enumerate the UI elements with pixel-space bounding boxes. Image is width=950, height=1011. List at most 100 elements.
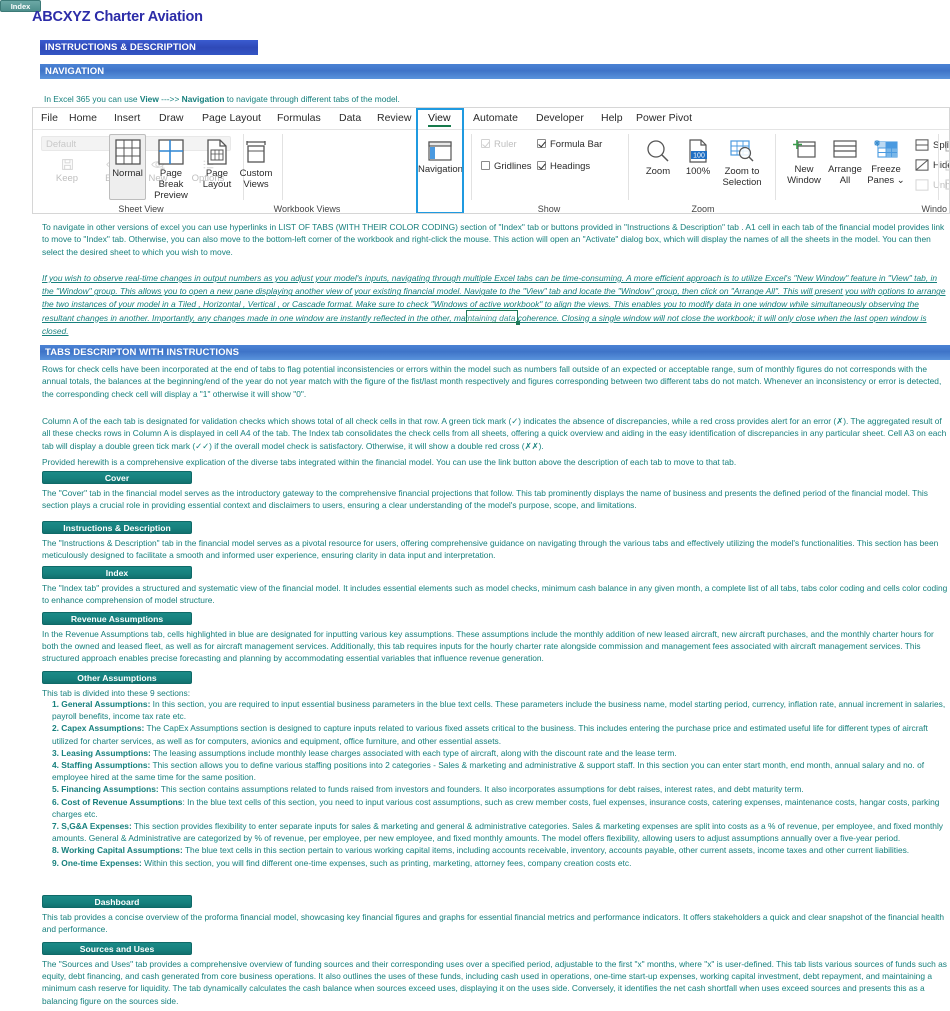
freeze-panes-button[interactable]: Freeze Panes ⌄ <box>865 138 907 186</box>
other-assumptions-item-text: The blue text cells in this section pert… <box>182 845 910 856</box>
zoom-group-label: Zoom <box>691 204 715 214</box>
magnifier-icon <box>647 140 669 162</box>
sheet-view-keep-button[interactable]: Keep <box>43 158 91 184</box>
index-nav-button-label: Index <box>10 1 31 11</box>
ribbon-tab-formulas[interactable]: Formulas <box>271 108 327 129</box>
ribbon-tab-strip: File Home Insert Draw Page Layout Formul… <box>33 108 949 130</box>
show-formula-bar-label: Formula Bar <box>550 139 603 150</box>
zoom-100-label: 100% <box>685 166 711 177</box>
ribbon-tab-help[interactable]: Help <box>595 108 629 129</box>
workbook-views-group-label: Workbook Views <box>273 204 341 214</box>
ribbon-tab-insert[interactable]: Insert <box>108 108 146 129</box>
zoom-button[interactable]: Zoom <box>638 138 678 177</box>
new-window-icon <box>793 140 816 158</box>
tab-description-dashboard: This tab provides a concise overview of … <box>42 912 945 935</box>
tab-link-instructions-description[interactable]: Instructions & Description <box>42 521 192 534</box>
show-ruler-checkbox[interactable]: Ruler <box>481 139 517 150</box>
other-assumptions-item-title: 6. Cost of Revenue Assumptions <box>52 796 183 807</box>
ribbon-tab-file[interactable]: File <box>35 108 64 129</box>
workbook-views-page-break-preview-label: Page Break Preview <box>154 168 188 201</box>
svg-text:100: 100 <box>693 153 705 160</box>
lead-navigation-bold: Navigation <box>181 94 225 104</box>
tab-description-instructions-description: The "Instructions & Description" tab in … <box>42 538 939 561</box>
tab-link-sources-and-uses[interactable]: Sources and Uses <box>42 942 192 955</box>
excel-cell-cursor[interactable] <box>466 310 520 325</box>
other-assumptions-item: 3. Leasing Assumptions: The leasing assu… <box>42 747 948 759</box>
other-assumptions-item: 5. Financing Assumptions: This section c… <box>42 783 948 795</box>
tab-link-other-assumptions-label: Other Assumptions <box>77 672 157 683</box>
section-header-tabs-description: TABS DESCRIPTON WITH INSTRUCTIONS <box>40 345 950 360</box>
ribbon-tab-page-layout[interactable]: Page Layout <box>196 108 267 129</box>
workbook-views-page-break-preview-button[interactable]: Page Break Preview <box>147 138 195 201</box>
ribbon-tab-draw[interactable]: Draw <box>153 108 190 129</box>
other-assumptions-item-title: 1. General Assumptions: <box>52 699 151 709</box>
show-headings-label: Headings <box>550 161 591 172</box>
show-formula-bar-checkbox[interactable]: Formula Bar <box>537 139 602 150</box>
other-assumptions-item-title: 5. Financing Assumptions: <box>52 784 159 795</box>
zoom-100-icon: 100 <box>689 139 707 163</box>
navigate-other-versions-paragraph: To navigate in other versions of excel y… <box>42 222 945 257</box>
chevron-down-icon: ⌄ <box>896 175 905 186</box>
tab-link-index-label: Index <box>105 567 129 578</box>
other-assumptions-item: 9. One-time Expenses: Within this sectio… <box>42 857 948 869</box>
excel-ribbon-image: File Home Insert Draw Page Layout Formul… <box>32 107 950 214</box>
checkbox-icon <box>481 161 490 170</box>
ribbon-tab-developer[interactable]: Developer <box>530 108 590 129</box>
other-assumptions-item: 1. General Assumptions: In this section,… <box>42 698 948 722</box>
other-assumptions-item-text: The CapEx Assumptions section is designe… <box>52 723 928 746</box>
tab-link-cover[interactable]: Cover <box>42 471 192 484</box>
section-header-tabs-description-label: TABS DESCRIPTON WITH INSTRUCTIONS <box>45 347 240 358</box>
workbook-views-custom-views-button[interactable]: Custom Views <box>237 138 275 190</box>
page-break-preview-icon <box>158 139 184 165</box>
page-title: ABCXYZ Charter Aviation <box>32 9 203 25</box>
navigation-pane-icon <box>428 141 452 161</box>
show-gridlines-label: Gridlines <box>494 161 532 172</box>
other-assumptions-item-title: 3. Leasing Assumptions: <box>52 747 151 758</box>
new-window-button[interactable]: New Window <box>783 138 825 186</box>
tab-description-revenue-assumptions: In the Revenue Assumptions tab, cells hi… <box>42 629 934 664</box>
other-assumptions-item-text: : In the blue text cells of this section… <box>52 796 940 819</box>
show-ruler-label: Ruler <box>494 139 517 150</box>
tab-link-dashboard[interactable]: Dashboard <box>42 895 192 908</box>
show-headings-checkbox[interactable]: Headings <box>537 161 590 172</box>
ribbon-navigation-button[interactable]: Navigation <box>418 140 463 175</box>
tab-link-dashboard-label: Dashboard <box>94 896 140 907</box>
unhide-icon <box>915 179 929 191</box>
other-assumptions-item: 2. Capex Assumptions: The CapEx Assumpti… <box>42 722 948 746</box>
other-assumptions-item: 8. Working Capital Assumptions: The blue… <box>42 844 948 856</box>
ribbon-tab-view[interactable]: View <box>422 108 457 129</box>
section-header-instructions-label: INSTRUCTIONS & DESCRIPTION <box>45 42 196 53</box>
tab-link-other-assumptions[interactable]: Other Assumptions <box>42 671 192 684</box>
tab-link-revenue-assumptions[interactable]: Revenue Assumptions <box>42 612 192 625</box>
custom-views-icon <box>246 141 266 163</box>
workbook-views-normal-button[interactable]: Normal <box>111 138 144 179</box>
zoom-to-selection-button[interactable]: Zoom to Selection <box>719 138 765 188</box>
checkbox-icon <box>481 139 490 148</box>
other-assumptions-item-text: Within this section, you will find diffe… <box>141 857 632 868</box>
ribbon-tab-review[interactable]: Review <box>371 108 417 129</box>
zoom-to-selection-label: Zoom to Selection <box>722 166 762 188</box>
other-assumptions-item-title: 4. Staffing Assumptions: <box>52 760 151 771</box>
hide-icon <box>915 159 929 171</box>
other-assumptions-item-title: 2. Capex Assumptions: <box>52 723 145 734</box>
partial-icons <box>945 141 949 190</box>
ribbon-tab-home[interactable]: Home <box>63 108 103 129</box>
section-header-navigation: NAVIGATION <box>40 64 950 79</box>
show-gridlines-checkbox[interactable]: Gridlines <box>481 161 532 172</box>
ribbon-tab-automate[interactable]: Automate <box>467 108 524 129</box>
workbook-views-page-layout-button[interactable]: Page Layout <box>199 138 235 190</box>
section-header-instructions: INSTRUCTIONS & DESCRIPTION <box>40 40 258 55</box>
navigation-lead-text: In Excel 365 you can use View --->> Navi… <box>44 93 934 105</box>
arrange-all-button[interactable]: Arrange All <box>825 138 865 186</box>
save-icon <box>61 159 73 170</box>
ribbon-body: Default ⌄ Keep Exit New Options Sheet Vi… <box>33 130 949 214</box>
tab-description-index: The "Index tab" provides a structured an… <box>42 583 948 606</box>
ribbon-tab-power-pivot[interactable]: Power Pivot <box>630 108 698 129</box>
tab-link-index[interactable]: Index <box>42 566 192 579</box>
workbook-views-custom-views-label: Custom Views <box>239 168 273 190</box>
macros-group-partial-icons <box>945 140 949 196</box>
lead-part3: to navigate through different tabs of th… <box>224 94 400 104</box>
zoom-100-button[interactable]: 100 100% <box>678 138 718 177</box>
ribbon-tab-data[interactable]: Data <box>333 108 367 129</box>
check-cells-paragraph: Rows for check cells have been incorpora… <box>42 364 942 399</box>
